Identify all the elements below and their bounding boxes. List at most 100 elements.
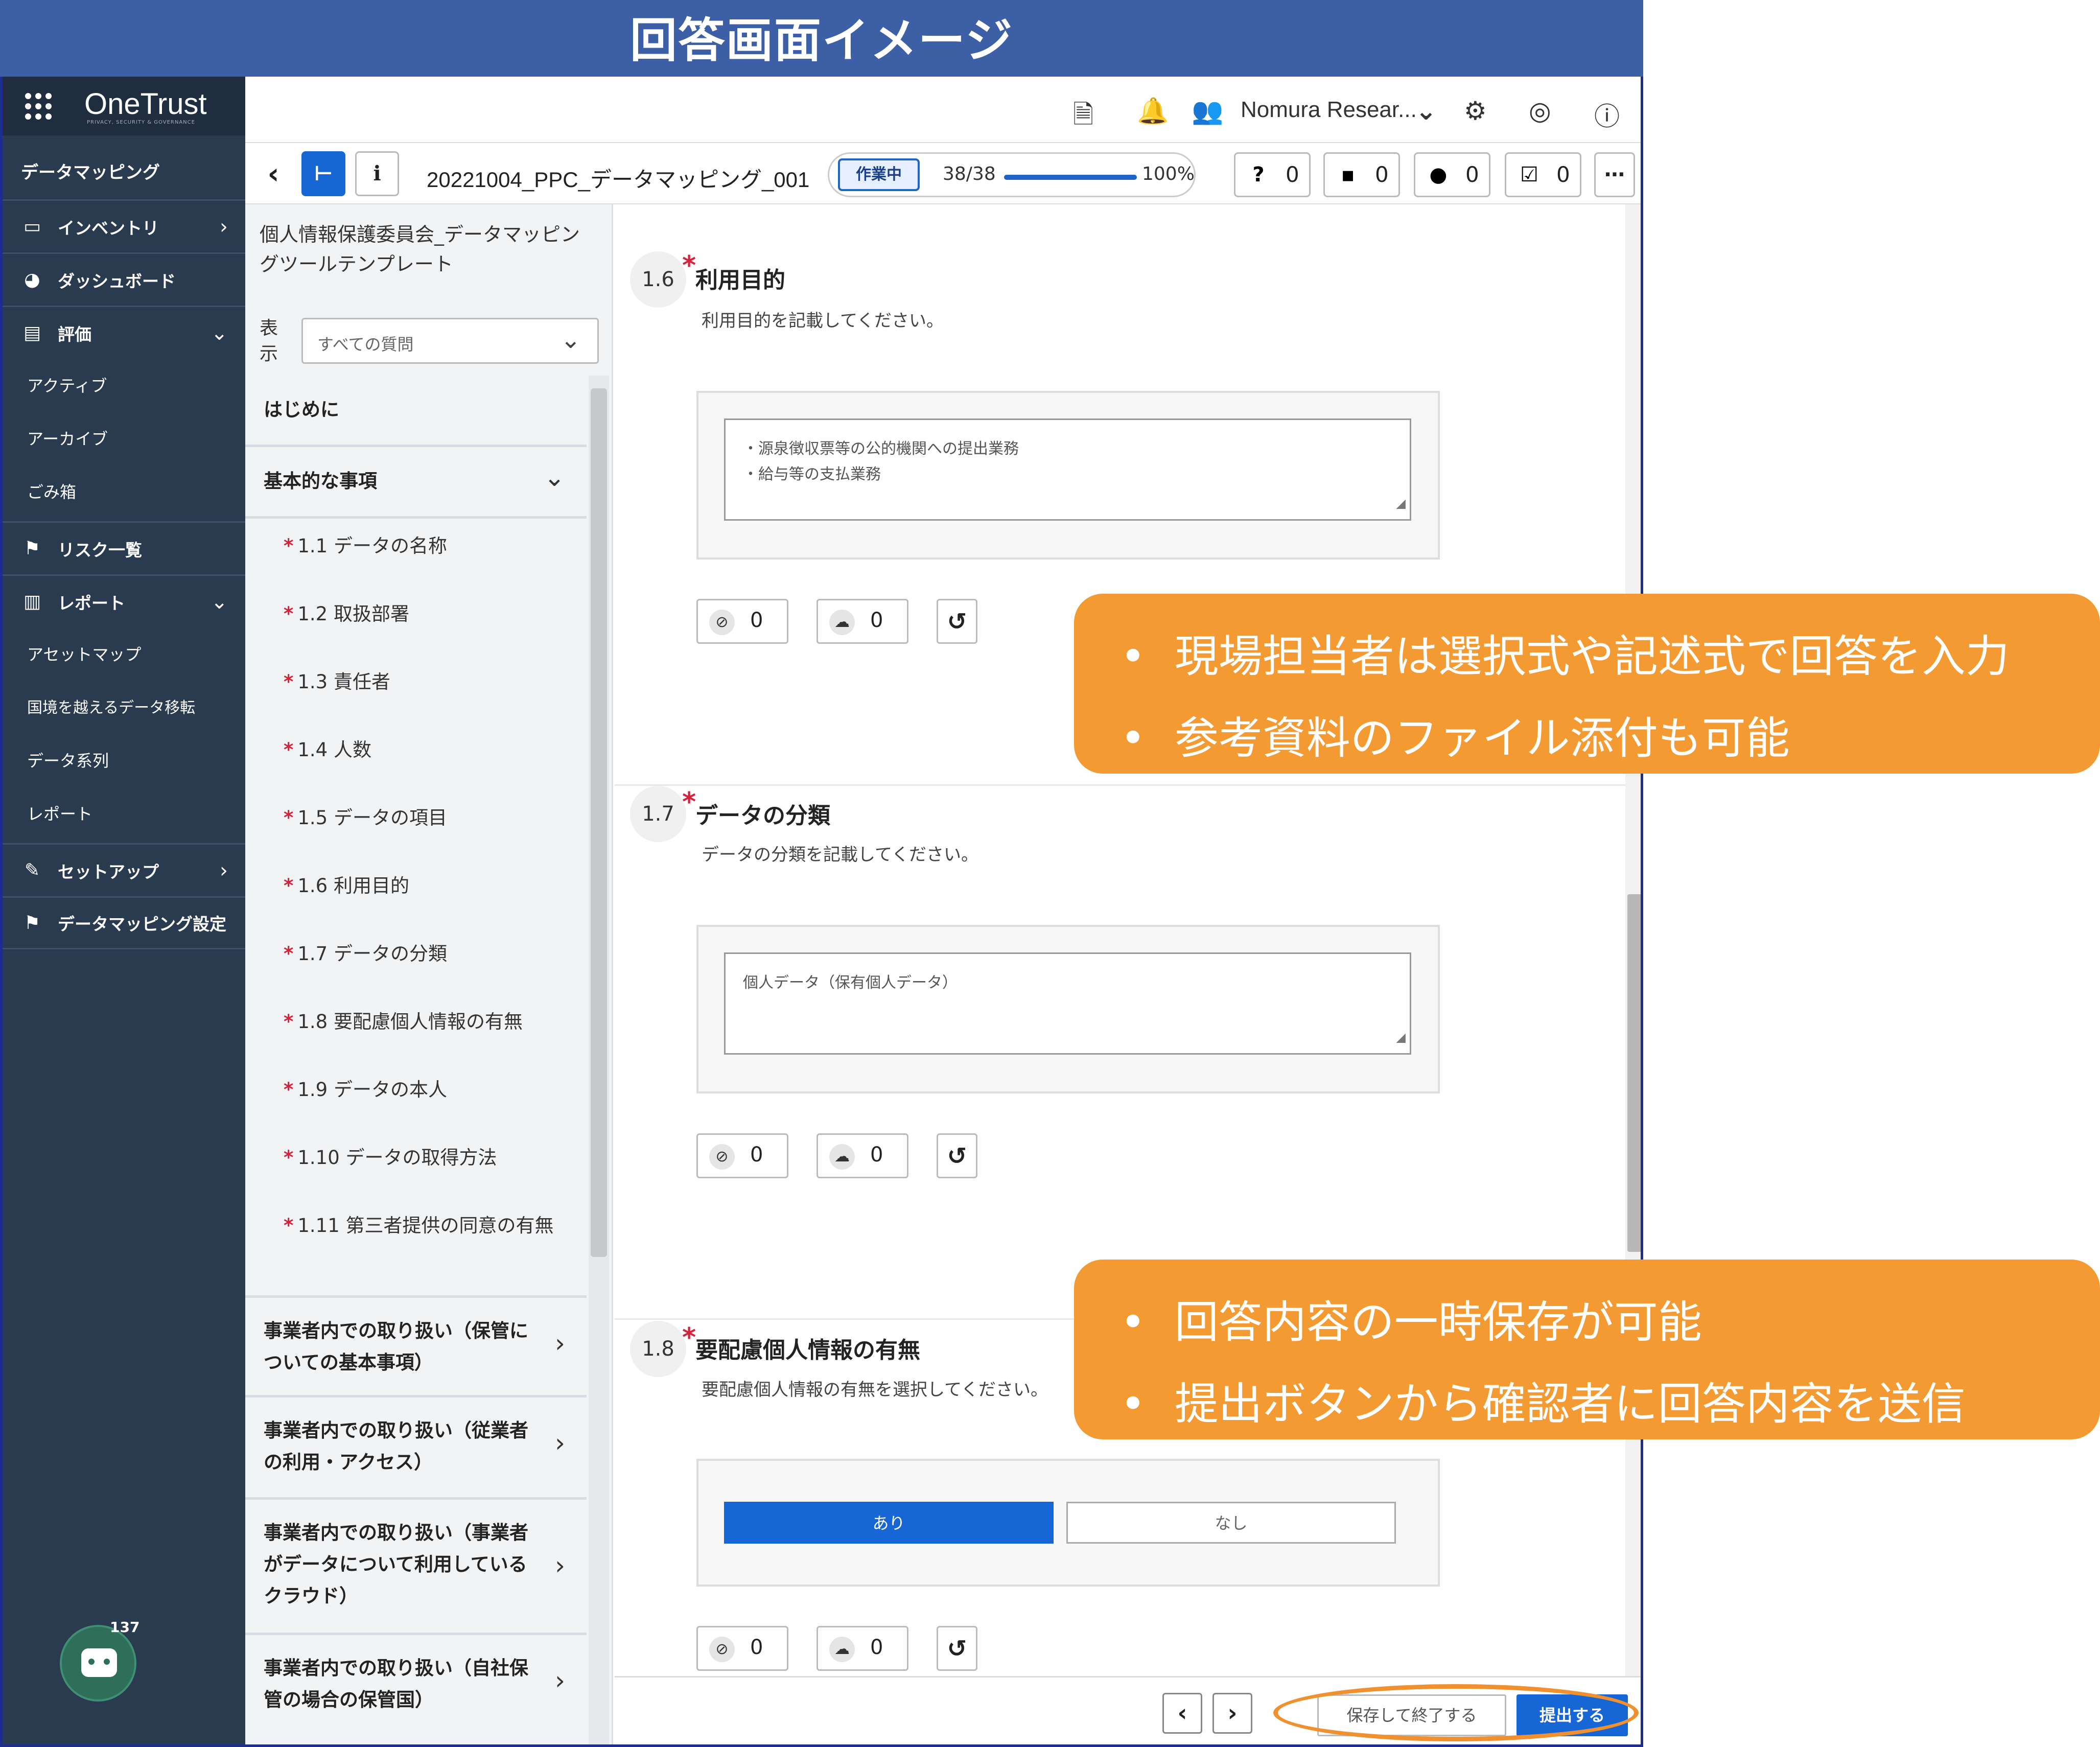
- resize-grip-icon[interactable]: ◢: [1396, 1024, 1406, 1050]
- nav-dashboard[interactable]: ◕ ダッシュボード: [3, 252, 245, 306]
- sticky-note-icon: ▪: [1341, 163, 1355, 187]
- filter-select[interactable]: すべての質問 ⌄: [301, 318, 599, 364]
- chevron-down-icon[interactable]: ⌄: [1415, 96, 1437, 126]
- task-document-icon[interactable]: 🗎: [1073, 96, 1093, 139]
- questions-counter[interactable]: ? 0: [1234, 152, 1311, 197]
- bar-chart-icon: ▥: [23, 591, 41, 612]
- template-name: 個人情報保護委員会_データマッピングツールテンプレート: [260, 223, 580, 275]
- question-item[interactable]: * 1.7 データの分類: [284, 939, 559, 969]
- nav-sub-data-lineage[interactable]: データ系列: [27, 748, 109, 772]
- bell-icon[interactable]: 🔔: [1137, 96, 1169, 126]
- nav-risks[interactable]: ⚑ リスク一覧: [3, 521, 245, 574]
- answer-textarea[interactable]: ・源泉徴収票等の公的機関への提出業務 ・給与等の支払業務 ◢: [724, 418, 1411, 521]
- status-badge: 作業中: [838, 158, 920, 191]
- paperclip-icon: ⊘: [709, 610, 735, 635]
- next-page-button[interactable]: ›: [1212, 1693, 1252, 1734]
- comment-icon: ☁: [829, 1144, 855, 1170]
- hierarchy-icon[interactable]: ⊢: [301, 151, 345, 196]
- question-item[interactable]: * 1.6 利用目的: [284, 871, 559, 901]
- chevron-right-icon: ›: [220, 215, 228, 239]
- comments-counter[interactable]: ● 0: [1414, 152, 1490, 197]
- progress-count: 38/38: [943, 164, 996, 184]
- question-item[interactable]: * 1.1 データの名称: [284, 531, 559, 561]
- section-item[interactable]: 事業者内での取り扱い（従業者の利用・アクセス） ›: [245, 1397, 587, 1500]
- answer-card: ・源泉徴収票等の公的機関への提出業務 ・給与等の支払業務 ◢: [696, 391, 1440, 560]
- user-profile-icon[interactable]: ◎: [1529, 96, 1551, 126]
- section-item[interactable]: 事業者内での取り扱い（保管についての基本事項） ›: [245, 1295, 587, 1397]
- nav-reports[interactable]: ▥ レポート ⌄: [3, 574, 245, 627]
- nav-assessment[interactable]: ▤ 評価 ⌄: [3, 306, 245, 359]
- flag-icon: ⚑: [24, 538, 41, 559]
- callout-line: • 参考資料のファイル添付も可能: [1120, 713, 1790, 764]
- scrollbar-thumb[interactable]: [591, 388, 607, 1257]
- nav-sub-cross-border[interactable]: 国境を越えるデータ移転: [27, 695, 195, 717]
- question-item[interactable]: * 1.2 取扱部署: [284, 599, 559, 629]
- nav-sub-trash[interactable]: ごみ箱: [27, 479, 76, 503]
- option-no-button[interactable]: なし: [1066, 1502, 1396, 1544]
- comment-bubble-icon: ●: [1429, 163, 1448, 187]
- users-icon[interactable]: 👥: [1192, 96, 1223, 126]
- chevron-right-icon: ›: [220, 858, 228, 882]
- reset-icon[interactable]: ↺: [937, 1133, 977, 1178]
- nav-setup[interactable]: ✎ セットアップ ›: [3, 843, 245, 896]
- more-options-button[interactable]: ⋯: [1594, 152, 1635, 197]
- help-icon[interactable]: ⓘ: [1594, 96, 1620, 133]
- chevron-down-icon: ⌄: [211, 321, 228, 345]
- attachment-button[interactable]: ⊘ 0: [696, 599, 788, 644]
- reset-icon[interactable]: ↺: [937, 599, 977, 644]
- question-item[interactable]: * 1.9 データの本人: [284, 1075, 559, 1105]
- gear-icon[interactable]: ⚙: [1464, 96, 1487, 126]
- question-title: 利用目的: [695, 267, 785, 293]
- nav-sub-report[interactable]: レポート: [27, 801, 92, 825]
- question-item[interactable]: * 1.5 データの項目: [284, 803, 559, 833]
- option-yes-button[interactable]: あり: [724, 1502, 1054, 1544]
- question-item[interactable]: * 1.3 責任者: [284, 667, 559, 697]
- section-item[interactable]: 事業者内での取り扱い（事業者がデータについて利用しているクラウド） ›: [245, 1500, 587, 1635]
- nav-dm-settings[interactable]: ⚑ データマッピング設定: [3, 896, 245, 949]
- question-number: 1.6: [630, 251, 686, 308]
- question-item[interactable]: * 1.10 データの取得方法: [284, 1143, 559, 1173]
- previous-page-button[interactable]: ‹: [1162, 1693, 1202, 1734]
- app-window: OneTrust PRIVACY, SECURITY & GOVERNANCE …: [0, 77, 1643, 1747]
- question-description: データの分類を記載してください。: [702, 845, 978, 865]
- nav-sub-active[interactable]: アクティブ: [27, 373, 107, 397]
- required-mark: *: [682, 1322, 696, 1353]
- back-button[interactable]: ‹: [255, 151, 291, 196]
- nav-inventory[interactable]: ▭ インベントリ ›: [3, 199, 245, 252]
- notes-counter[interactable]: ▪ 0: [1323, 152, 1400, 197]
- section-basic[interactable]: 基本的な事項 ⌄: [245, 447, 587, 519]
- page-title: 回答画面イメージ: [0, 0, 1643, 77]
- comment-icon: ☁: [829, 610, 855, 635]
- question-item[interactable]: * 1.4 人数: [284, 735, 559, 765]
- assistant-bot-button[interactable]: [60, 1625, 136, 1702]
- sidebar: OneTrust PRIVACY, SECURITY & GOVERNANCE …: [3, 77, 245, 1744]
- answer-textarea[interactable]: 個人データ（保有個人データ） ◢: [724, 952, 1411, 1055]
- section-intro[interactable]: はじめに: [245, 376, 587, 447]
- chevron-right-icon: ›: [555, 1551, 565, 1580]
- scrollbar-thumb[interactable]: [1627, 894, 1641, 1252]
- reset-icon[interactable]: ↺: [937, 1626, 977, 1671]
- question-item[interactable]: * 1.11 第三者提供の同意の有無: [284, 1211, 559, 1241]
- comment-button[interactable]: ☁ 0: [816, 1133, 908, 1178]
- comment-icon: ☁: [829, 1637, 855, 1662]
- question-item[interactable]: * 1.8 要配慮個人情報の有無: [284, 1007, 559, 1037]
- comment-button[interactable]: ☁ 0: [816, 1626, 908, 1671]
- tasks-counter[interactable]: ☑ 0: [1505, 152, 1581, 197]
- question-title: 要配慮個人情報の有無: [695, 1337, 920, 1363]
- info-icon[interactable]: ℹ: [355, 151, 399, 196]
- organization-selector[interactable]: Nomura Resear...: [1241, 97, 1417, 123]
- top-bar: 🗎 🔔 👥 Nomura Resear... ⌄ ⚙ ◎ ⓘ: [245, 77, 1641, 143]
- logo-subtitle: PRIVACY, SECURITY & GOVERNANCE: [87, 120, 195, 125]
- nav-sub-asset-map[interactable]: アセットマップ: [27, 642, 141, 665]
- app-launcher-icon[interactable]: [25, 93, 52, 120]
- comment-button[interactable]: ☁ 0: [816, 599, 908, 644]
- resize-grip-icon[interactable]: ◢: [1396, 491, 1406, 516]
- chevron-down-icon: ⌄: [544, 462, 565, 492]
- attachment-button[interactable]: ⊘ 0: [696, 1626, 788, 1671]
- chevron-down-icon: ⌄: [211, 590, 228, 614]
- nav-sub-archive[interactable]: アーカイブ: [27, 426, 108, 450]
- section-item[interactable]: 事業者内での取り扱い（自社保管の場合の保管国） ›: [245, 1635, 587, 1744]
- paperclip-icon: ⊘: [709, 1144, 735, 1170]
- attachment-button[interactable]: ⊘ 0: [696, 1133, 788, 1178]
- nav-inventory-label: インベントリ: [58, 218, 159, 238]
